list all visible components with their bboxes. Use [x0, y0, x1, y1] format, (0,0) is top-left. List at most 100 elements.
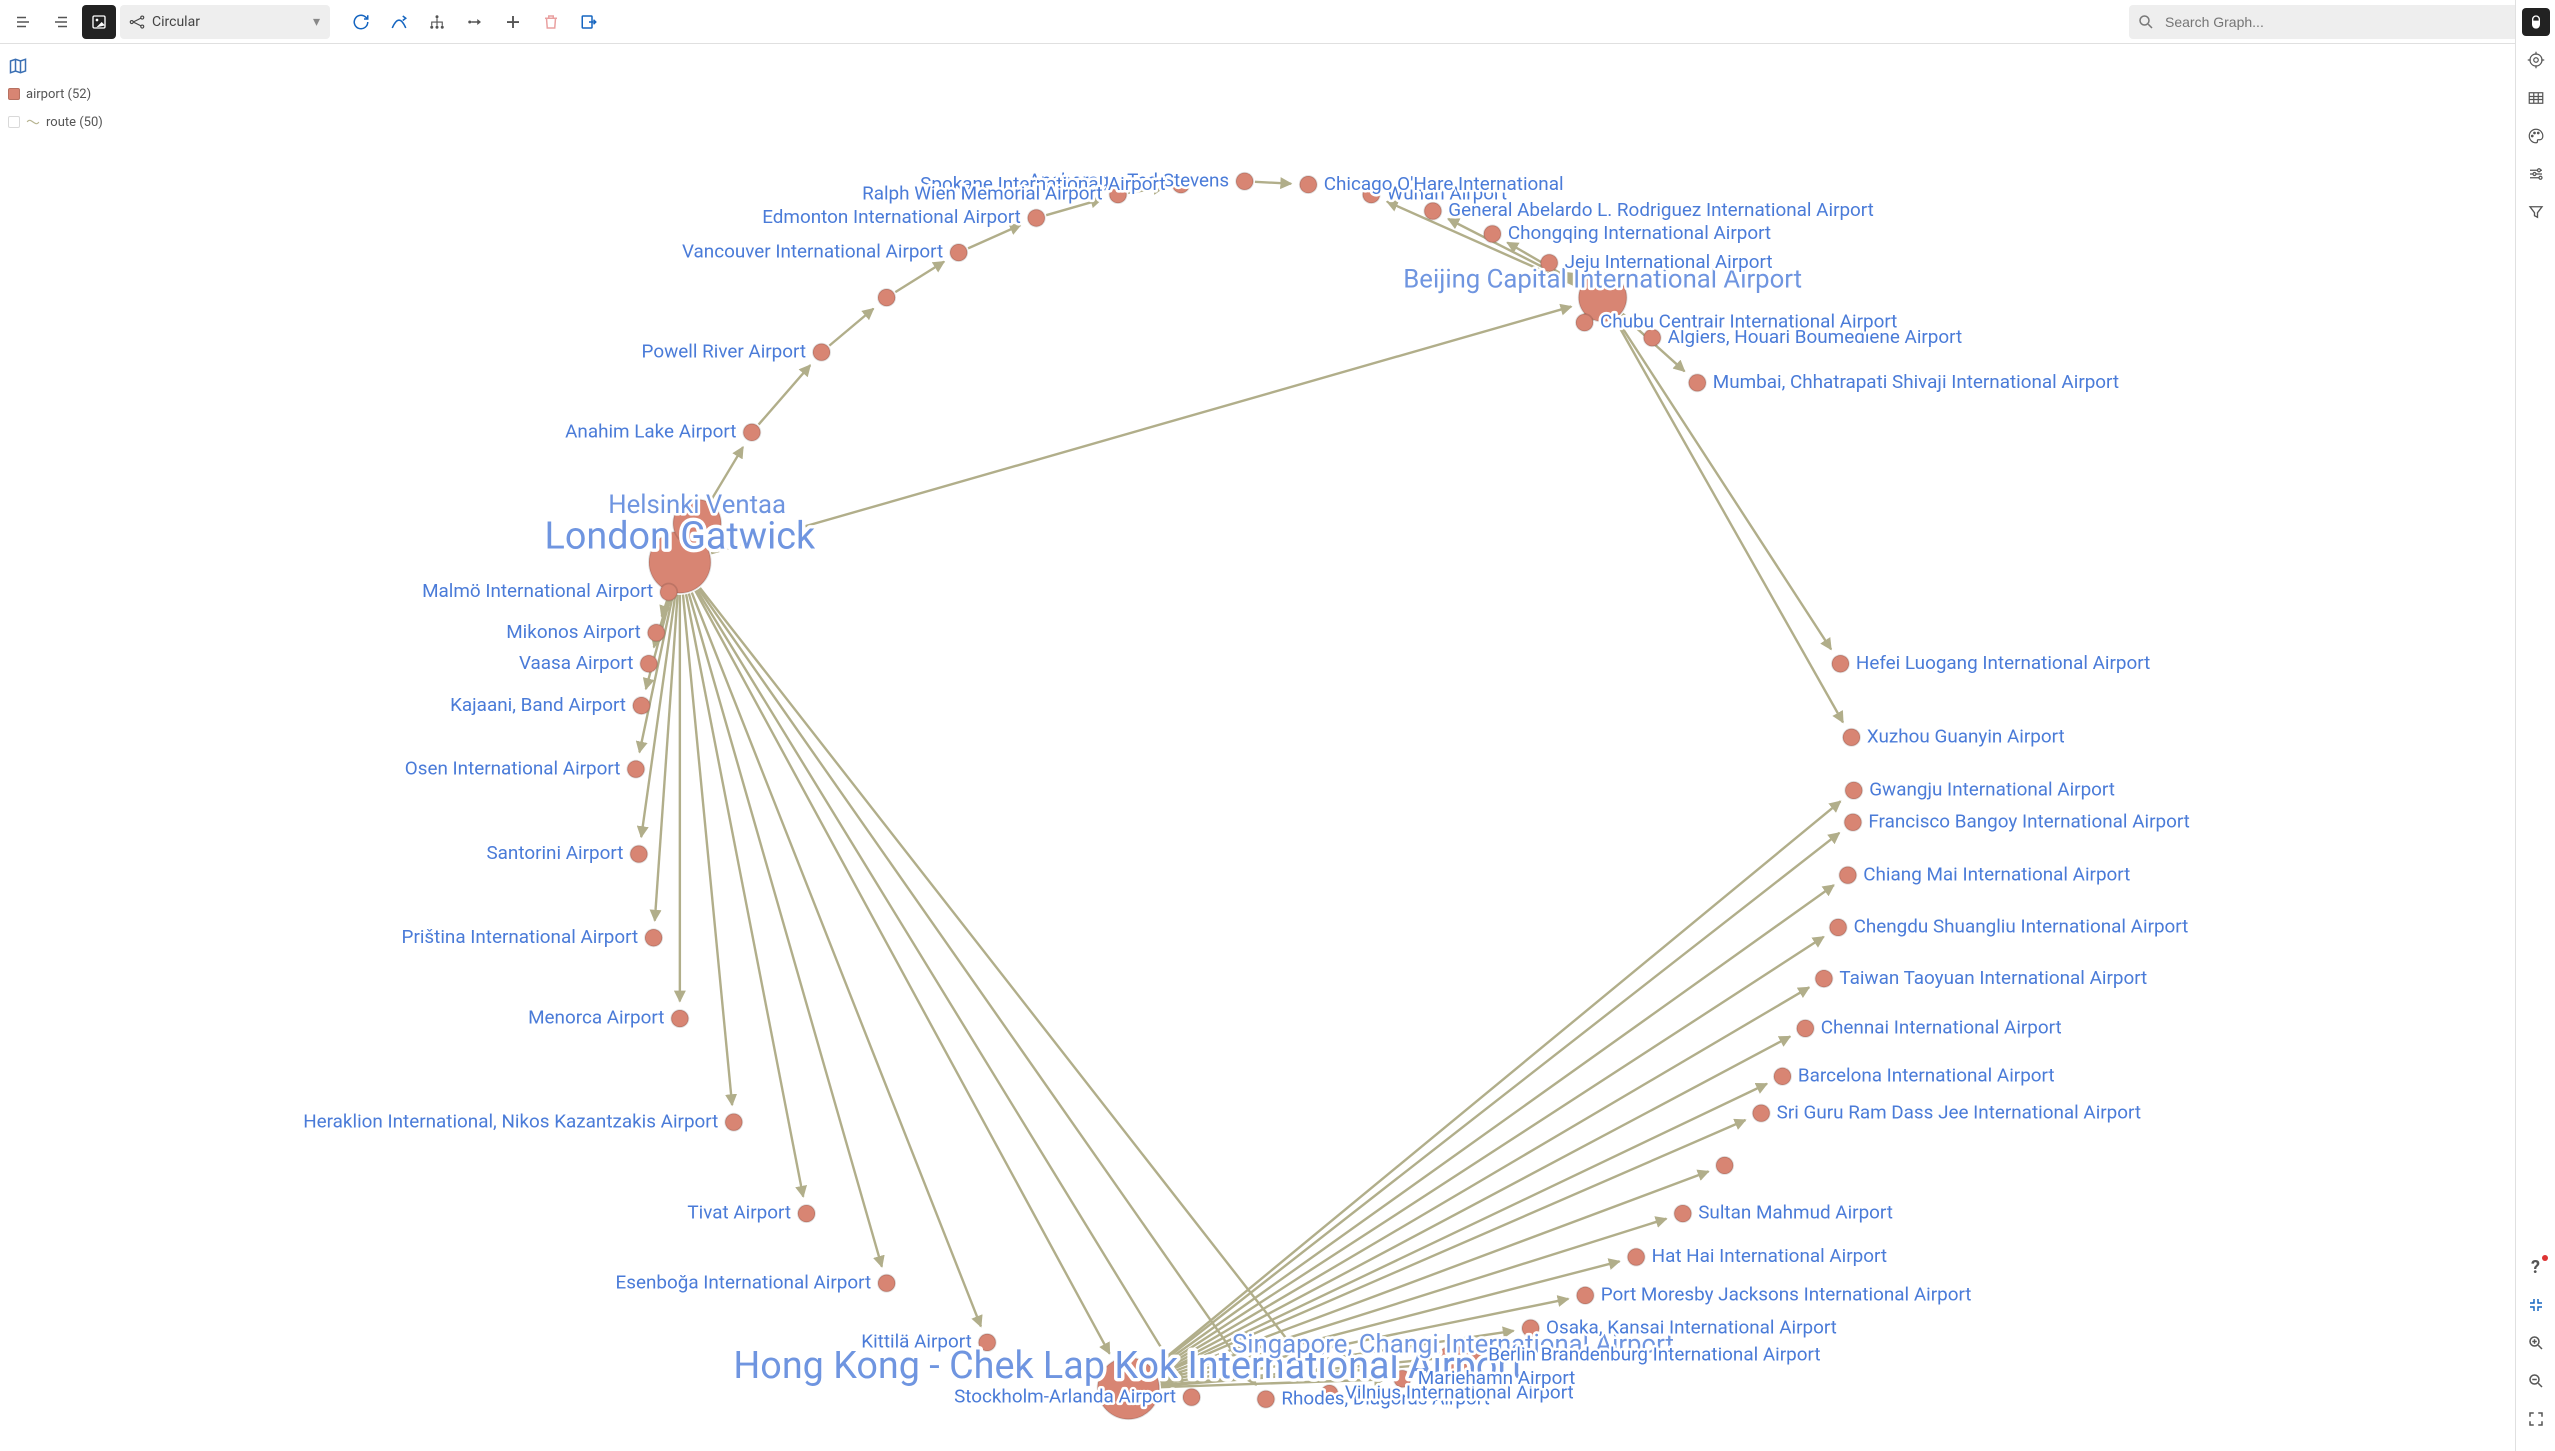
refresh-icon[interactable] [344, 5, 378, 39]
graph-node[interactable] [1257, 1391, 1274, 1408]
graph-node-label: Anahim Lake Airport [565, 420, 736, 443]
delete-icon[interactable] [534, 5, 568, 39]
search-input[interactable] [2163, 13, 2525, 31]
graph-node-label: Chicago O'Hare International [1324, 172, 1564, 195]
collapse-left-icon[interactable] [44, 5, 78, 39]
export-icon[interactable] [572, 5, 606, 39]
fit-icon[interactable] [2522, 1405, 2550, 1433]
graph-node[interactable] [1577, 1287, 1594, 1304]
graph-edge[interactable] [689, 594, 882, 1267]
graph-edge[interactable] [968, 225, 1021, 248]
search-box[interactable]: ▾ [2129, 5, 2549, 39]
graph-edge[interactable] [700, 588, 1319, 1380]
graph-node-label: Sultan Mahmud Airport [1698, 1201, 1893, 1224]
graph-node[interactable] [1797, 1020, 1814, 1037]
graph-node[interactable] [633, 697, 650, 714]
settings-icon[interactable] [2522, 160, 2550, 188]
graph-node[interactable] [671, 1010, 688, 1027]
graph-node[interactable] [1628, 1248, 1645, 1265]
graph-node-label: Chongqing International Airport [1508, 221, 1771, 244]
graph-node-label: Ralph Wien Memorial Airport [862, 182, 1102, 205]
graph-node[interactable] [725, 1114, 742, 1131]
graph-node[interactable] [1236, 173, 1253, 190]
graph-edge[interactable] [759, 365, 811, 424]
graph-node[interactable] [878, 289, 895, 306]
toolbar: Circular ▾ ▾ [0, 0, 2555, 44]
graph-node-label: Menorca Airport [528, 1006, 664, 1029]
graph-node-label: Taiwan Taoyuan International Airport [1839, 966, 2147, 989]
graph-node[interactable] [1674, 1205, 1691, 1222]
palette-icon[interactable] [2522, 122, 2550, 150]
graph-node-label: Helsinki Ventaa [608, 490, 786, 520]
graph-node[interactable] [1753, 1105, 1770, 1122]
link-icon[interactable] [458, 5, 492, 39]
graph-edge[interactable] [1617, 319, 1831, 649]
filter-icon[interactable] [2522, 198, 2550, 226]
graph-node[interactable] [1830, 919, 1847, 936]
legend-map-icon[interactable] [8, 52, 128, 80]
zoom-in-icon[interactable] [2522, 1329, 2550, 1357]
graph-node[interactable] [630, 845, 647, 862]
graph-node[interactable] [645, 929, 662, 946]
graph-edge[interactable] [683, 595, 732, 1105]
graph-node[interactable] [1843, 729, 1860, 746]
right-rail: ? [2515, 0, 2555, 1451]
graph-edge[interactable] [699, 589, 1256, 1385]
curve-icon[interactable] [382, 5, 416, 39]
graph-node-label: Priština International Airport [402, 925, 639, 948]
graph-edge[interactable] [695, 591, 1109, 1354]
graph-node[interactable] [1424, 203, 1441, 220]
graph-node[interactable] [627, 761, 644, 778]
graph-node[interactable] [743, 424, 760, 441]
graph-node[interactable] [950, 244, 967, 261]
graph-node[interactable] [1300, 176, 1317, 193]
graph-node-label: London Gatwick [545, 514, 817, 558]
graph-edge[interactable] [697, 590, 1183, 1383]
graph-edge[interactable] [686, 594, 803, 1196]
graph-node[interactable] [1689, 374, 1706, 391]
graph-node[interactable] [648, 624, 665, 641]
graph-node[interactable] [798, 1205, 815, 1222]
mouse-icon[interactable] [2522, 8, 2550, 36]
table-icon[interactable] [2522, 84, 2550, 112]
graph-canvas[interactable]: Hong Kong - Chek Lap Kok International A… [0, 44, 2515, 1451]
graph-node[interactable] [1484, 225, 1501, 242]
graph-node[interactable] [878, 1275, 895, 1292]
graph-node-label: Kajaani, Band Airport [450, 693, 626, 716]
add-icon[interactable] [496, 5, 530, 39]
expand-left-icon[interactable] [6, 5, 40, 39]
graph-edge[interactable] [895, 262, 944, 292]
graph-node[interactable] [1839, 867, 1856, 884]
graph-node[interactable] [660, 584, 677, 601]
graph-node-label: Tivat Airport [687, 1201, 791, 1224]
graph-edge[interactable] [1255, 182, 1291, 184]
graph-node-label: Chubu Centrair International Airport [1600, 310, 1897, 333]
layout-dropdown[interactable]: Circular ▾ [120, 5, 330, 39]
zoom-out-icon[interactable] [2522, 1367, 2550, 1395]
graph-edge[interactable] [711, 307, 1571, 554]
help-icon[interactable]: ? [2522, 1253, 2550, 1281]
graph-node-label: Chengdu Shuangliu International Airport [1854, 915, 2189, 938]
graph-edge[interactable] [1156, 987, 1809, 1371]
graph-node[interactable] [1716, 1157, 1733, 1174]
graph-node-label: Mikonos Airport [506, 620, 641, 643]
graph-node[interactable] [1183, 1389, 1200, 1406]
graph-node[interactable] [1845, 782, 1862, 799]
graph-node[interactable] [1576, 314, 1593, 331]
hierarchy-icon[interactable] [420, 5, 454, 39]
image-mode-icon[interactable] [82, 5, 116, 39]
target-icon[interactable] [2522, 46, 2550, 74]
graph-edge[interactable] [829, 309, 873, 346]
graph-node[interactable] [1028, 209, 1045, 226]
graph-node[interactable] [1774, 1068, 1791, 1085]
graph-node[interactable] [1844, 814, 1861, 831]
shrink-icon[interactable] [2522, 1291, 2550, 1319]
graph-node[interactable] [640, 655, 657, 672]
graph-node[interactable] [1832, 655, 1849, 672]
graph-node[interactable] [1815, 970, 1832, 987]
graph-node-label: Port Moresby Jacksons International Airp… [1601, 1283, 1972, 1306]
graph-node[interactable] [813, 344, 830, 361]
graph-node-label: Barcelona International Airport [1798, 1064, 2055, 1087]
legend-item-route[interactable]: route (50) [8, 108, 128, 136]
legend-item-airport[interactable]: airport (52) [8, 80, 128, 108]
